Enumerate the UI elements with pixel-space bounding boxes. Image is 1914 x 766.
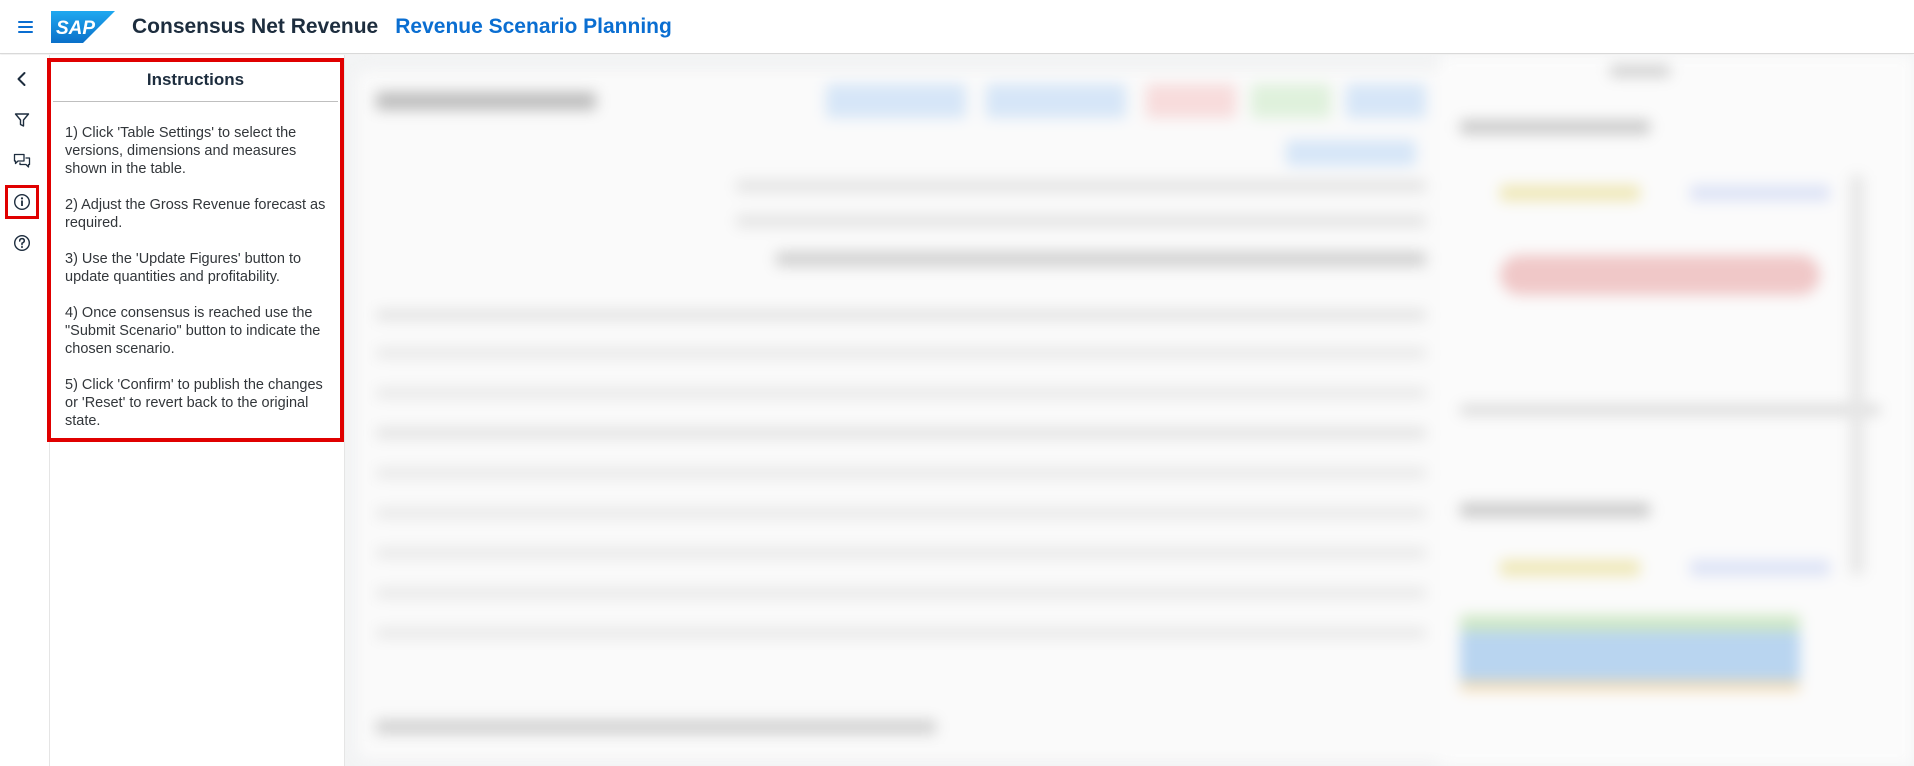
svg-text:SAP: SAP <box>56 18 95 39</box>
comments-icon <box>13 153 31 168</box>
instructions-button[interactable] <box>5 185 39 219</box>
instructions-panel: Instructions 1) Click 'Table Settings' t… <box>47 55 345 766</box>
sap-logo: SAP <box>51 10 115 43</box>
charts-pane <box>1440 55 1914 766</box>
hamburger-icon <box>17 20 33 33</box>
filter-button[interactable] <box>8 106 36 134</box>
side-navigation-rail <box>0 55 50 766</box>
app-title: Consensus Net Revenue <box>132 14 379 38</box>
instruction-step-3: 3) Use the 'Update Figures' button to up… <box>65 251 302 285</box>
story-canvas-blurred <box>345 55 1914 766</box>
help-button[interactable] <box>8 229 36 257</box>
instruction-step-4: 4) Once consensus is reached use the "Su… <box>65 305 321 357</box>
filter-icon <box>14 113 30 127</box>
collapse-panel-button[interactable] <box>8 65 36 93</box>
instruction-step-5: 5) Click 'Confirm' to publish the change… <box>65 377 323 429</box>
hamburger-menu-button[interactable] <box>0 0 50 54</box>
shell-bar: SAP Consensus Net Revenue Revenue Scenar… <box>0 0 1914 54</box>
instructions-title: Instructions <box>53 62 338 102</box>
table-card <box>355 69 1455 761</box>
info-icon <box>13 193 31 211</box>
comments-button[interactable] <box>8 147 36 175</box>
instructions-list: 1) Click 'Table Settings' to select the … <box>51 102 340 430</box>
help-icon <box>13 234 31 252</box>
instructions-box: Instructions 1) Click 'Table Settings' t… <box>47 58 344 442</box>
chevron-left-icon <box>17 72 26 86</box>
story-title[interactable]: Revenue Scenario Planning <box>395 15 672 39</box>
blurred-content <box>345 55 1914 766</box>
instruction-step-2: 2) Adjust the Gross Revenue forecast as … <box>65 197 326 231</box>
instruction-step-1: 1) Click 'Table Settings' to select the … <box>65 125 297 177</box>
